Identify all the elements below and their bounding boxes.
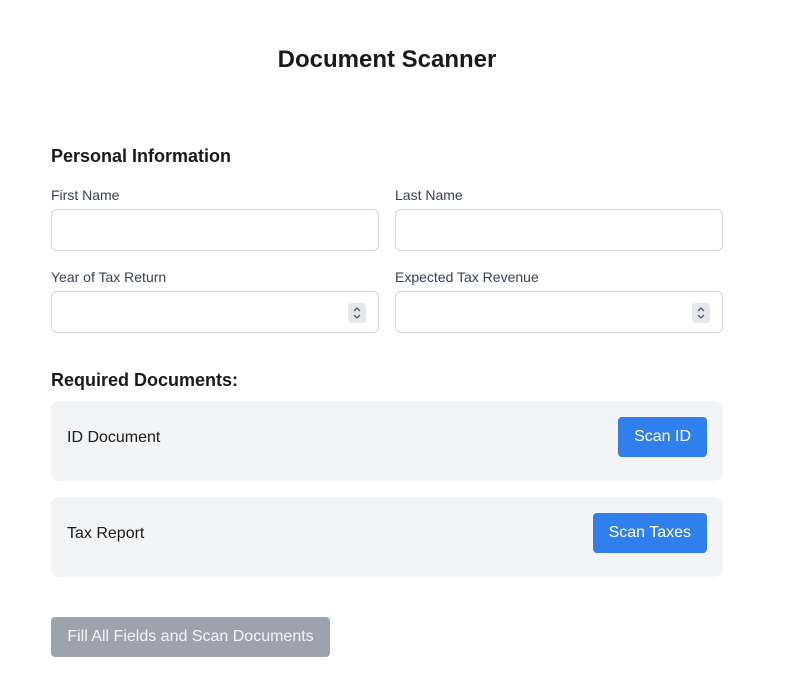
submit-button[interactable]: Fill All Fields and Scan Documents	[51, 617, 330, 657]
expected-revenue-input[interactable]	[395, 291, 723, 333]
document-label: ID Document	[67, 429, 161, 446]
last-name-label: Last Name	[395, 187, 463, 203]
document-card-id: ID Document Scan ID	[51, 401, 723, 481]
scan-id-button[interactable]: Scan ID	[618, 417, 707, 457]
personal-information-heading: Personal Information	[51, 146, 232, 166]
page-title: Document Scanner	[277, 46, 497, 73]
expected-revenue-label: Expected Tax Revenue	[395, 269, 539, 285]
document-label: Tax Report	[67, 525, 145, 542]
required-documents-heading: Required Documents:	[51, 370, 239, 390]
tax-year-label: Year of Tax Return	[51, 269, 167, 285]
last-name-input[interactable]	[395, 209, 723, 251]
first-name-input[interactable]	[51, 209, 379, 251]
chevron-up-down-icon[interactable]	[692, 303, 710, 323]
first-name-label: First Name	[51, 187, 120, 203]
document-scanner-page: Document Scanner Personal Information Fi…	[0, 0, 798, 687]
chevron-up-down-icon[interactable]	[348, 303, 366, 323]
document-card-tax-report: Tax Report Scan Taxes	[51, 497, 723, 577]
scan-taxes-button[interactable]: Scan Taxes	[592, 513, 707, 553]
tax-year-input[interactable]	[51, 291, 379, 333]
